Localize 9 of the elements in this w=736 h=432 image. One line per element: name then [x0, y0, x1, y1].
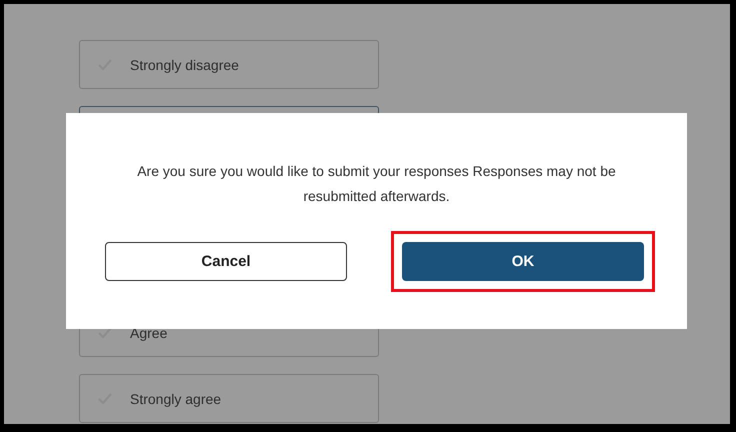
- answer-option[interactable]: Strongly disagree: [79, 40, 379, 89]
- dialog-message: Are you sure you would like to submit your responses Responses may not be resubmitted afterwards.: [136, 162, 617, 206]
- answer-option[interactable]: Strongly agree: [79, 374, 379, 423]
- cancel-button[interactable]: Cancel: [105, 242, 347, 281]
- option-label: Agree: [130, 324, 168, 340]
- ok-button[interactable]: OK: [402, 242, 644, 281]
- option-label: Strongly disagree: [130, 56, 239, 72]
- option-label: Strongly agree: [130, 390, 222, 406]
- checkmark-icon: [98, 327, 112, 338]
